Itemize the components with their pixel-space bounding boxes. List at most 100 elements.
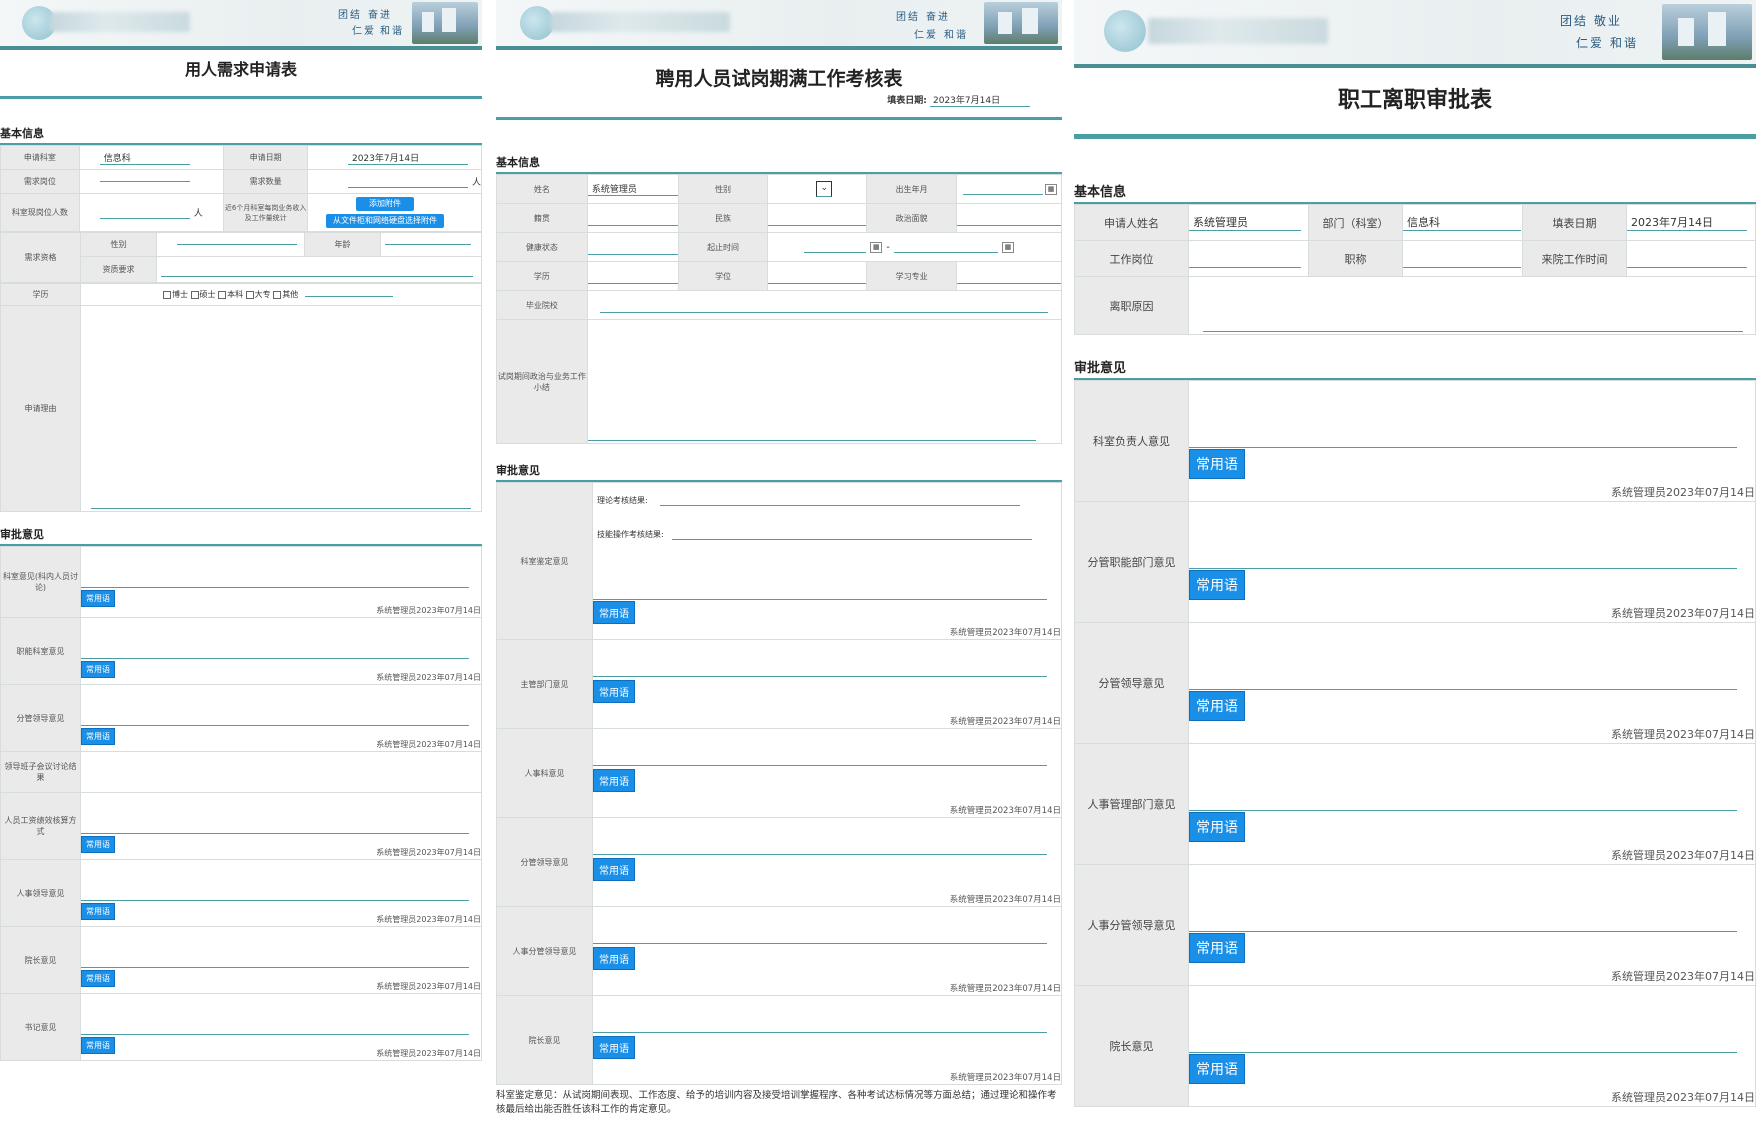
common-phrase-button[interactable]: 常用语 bbox=[1189, 449, 1245, 479]
checkbox[interactable] bbox=[218, 290, 227, 299]
start-date-field[interactable] bbox=[804, 251, 867, 253]
opinion-input[interactable] bbox=[593, 943, 1047, 944]
choose-attachment-button[interactable]: 从文件柜和网络硬盘选择附件 bbox=[325, 214, 444, 228]
ethnic-field[interactable] bbox=[768, 224, 867, 226]
common-phrase-button[interactable]: 常用语 bbox=[1189, 1054, 1245, 1084]
common-phrase-button[interactable]: 常用语 bbox=[593, 601, 635, 624]
common-phrase-button[interactable]: 常用语 bbox=[81, 590, 115, 607]
opinion-input[interactable] bbox=[81, 587, 469, 588]
dept-field[interactable]: 信息科 bbox=[1403, 214, 1521, 231]
page-title: 聘用人员试岗期满工作考核表 bbox=[655, 68, 903, 90]
checkbox[interactable] bbox=[245, 290, 254, 299]
skill-result-field[interactable] bbox=[671, 539, 1032, 540]
checkbox-label: 其他 bbox=[282, 290, 299, 299]
post-field[interactable] bbox=[99, 181, 190, 182]
approval-label: 分管领导意见 bbox=[1074, 622, 1189, 744]
field-label: 姓名 bbox=[496, 174, 588, 204]
common-phrase-button[interactable]: 常用语 bbox=[1189, 933, 1245, 963]
common-phrase-button[interactable]: 常用语 bbox=[593, 680, 635, 703]
approval-label: 科室意见(科内人员讨论) bbox=[0, 546, 81, 618]
skill-row: 技能操作考核结果: bbox=[597, 529, 1032, 540]
common-phrase-button[interactable]: 常用语 bbox=[1189, 691, 1245, 721]
opinion-input[interactable] bbox=[81, 900, 469, 901]
age-field[interactable] bbox=[385, 244, 471, 245]
opinion-input[interactable] bbox=[1189, 447, 1737, 448]
common-phrase-button[interactable]: 常用语 bbox=[593, 769, 635, 792]
current-count-field[interactable] bbox=[99, 218, 190, 219]
approval-label: 领导班子会议讨论结果 bbox=[0, 751, 81, 793]
calendar-icon[interactable]: ▦ bbox=[1001, 241, 1014, 253]
major-field[interactable] bbox=[957, 282, 1061, 284]
opinion-input[interactable] bbox=[1189, 931, 1737, 932]
signature-text: 系统管理员2023年07月14日 bbox=[1611, 970, 1755, 983]
opinion-input[interactable] bbox=[593, 1032, 1047, 1033]
common-phrase-button[interactable]: 常用语 bbox=[81, 728, 115, 745]
date-field[interactable]: 2023年7月14日 bbox=[1627, 214, 1747, 231]
common-phrase-button[interactable]: 常用语 bbox=[1189, 812, 1245, 842]
common-phrase-button[interactable]: 常用语 bbox=[81, 970, 115, 987]
dept-field[interactable]: 信息科 bbox=[99, 151, 190, 165]
theory-result-field[interactable] bbox=[659, 505, 1020, 506]
join-date-field[interactable] bbox=[1627, 267, 1747, 268]
school-field[interactable] bbox=[599, 311, 1048, 313]
end-date-field[interactable] bbox=[893, 251, 998, 253]
count-field[interactable] bbox=[347, 187, 468, 188]
fill-date-field[interactable]: 2023年7月14日 bbox=[930, 93, 1030, 107]
hospital-logo-icon bbox=[520, 6, 554, 40]
common-phrase-button[interactable]: 常用语 bbox=[81, 661, 115, 678]
common-phrase-button[interactable]: 常用语 bbox=[81, 1037, 115, 1054]
opinion-input[interactable] bbox=[593, 765, 1047, 766]
summary-textarea[interactable] bbox=[587, 440, 1036, 441]
common-phrase-button[interactable]: 常用语 bbox=[81, 836, 115, 853]
political-field[interactable] bbox=[957, 224, 1061, 226]
common-phrase-button[interactable]: 常用语 bbox=[593, 858, 635, 881]
other-edu-field[interactable] bbox=[304, 296, 393, 297]
opinion-input[interactable] bbox=[1189, 568, 1737, 569]
opinion-input[interactable] bbox=[81, 1034, 469, 1035]
qualification-field[interactable] bbox=[161, 276, 473, 277]
name-field[interactable]: 系统管理员 bbox=[587, 182, 678, 196]
gender-select-chevron-icon[interactable]: ⌄ bbox=[816, 181, 833, 197]
post-field[interactable] bbox=[1189, 267, 1301, 268]
checkbox[interactable] bbox=[273, 290, 282, 299]
gender-field[interactable] bbox=[177, 244, 297, 245]
calendar-icon[interactable]: ▦ bbox=[1045, 183, 1057, 195]
common-phrase-button[interactable]: 常用语 bbox=[1189, 570, 1245, 600]
add-attachment-button[interactable]: 添加附件 bbox=[355, 197, 414, 211]
field-label: 申请理由 bbox=[0, 305, 81, 512]
degree-field[interactable] bbox=[768, 282, 867, 284]
reason-textarea[interactable] bbox=[1203, 331, 1743, 332]
common-phrase-button[interactable]: 常用语 bbox=[593, 1036, 635, 1059]
hospital-name-blurred bbox=[1148, 18, 1328, 44]
calendar-icon[interactable]: ▦ bbox=[870, 241, 883, 253]
applicant-field[interactable]: 系统管理员 bbox=[1189, 214, 1301, 231]
opinion-input[interactable] bbox=[593, 599, 1047, 600]
edu-field[interactable] bbox=[587, 282, 678, 284]
opinion-input[interactable] bbox=[1189, 689, 1737, 690]
signature-text: 系统管理员2023年07月14日 bbox=[376, 982, 481, 991]
opinion-input[interactable] bbox=[593, 676, 1047, 677]
origin-field[interactable] bbox=[587, 224, 678, 226]
signature-text: 系统管理员2023年07月14日 bbox=[949, 717, 1061, 727]
motto-text: 奋进 bbox=[926, 12, 950, 23]
opinion-input[interactable] bbox=[1189, 810, 1737, 811]
page-title: 职工离职审批表 bbox=[1337, 87, 1492, 113]
reason-textarea[interactable] bbox=[91, 508, 471, 509]
title-field[interactable] bbox=[1403, 267, 1521, 268]
opinion-input[interactable] bbox=[81, 967, 469, 968]
checkbox[interactable] bbox=[163, 290, 171, 299]
opinion-input[interactable] bbox=[81, 725, 469, 726]
opinion-input[interactable] bbox=[81, 658, 469, 659]
date-field[interactable]: 2023年7月14日 bbox=[347, 151, 468, 165]
approval-label: 院长意见 bbox=[1074, 985, 1189, 1107]
common-phrase-button[interactable]: 常用语 bbox=[593, 947, 635, 970]
checkbox[interactable] bbox=[190, 290, 199, 299]
common-phrase-button[interactable]: 常用语 bbox=[81, 903, 115, 920]
approval-label: 人事管理部门意见 bbox=[1074, 743, 1189, 865]
opinion-input[interactable] bbox=[1189, 1052, 1737, 1053]
opinion-input[interactable] bbox=[593, 854, 1047, 855]
birth-field[interactable] bbox=[963, 193, 1043, 195]
opinion-input[interactable] bbox=[81, 833, 469, 834]
health-field[interactable] bbox=[587, 253, 678, 255]
fill-date-row: 填表日期: 2023年7月14日 bbox=[496, 93, 1062, 107]
